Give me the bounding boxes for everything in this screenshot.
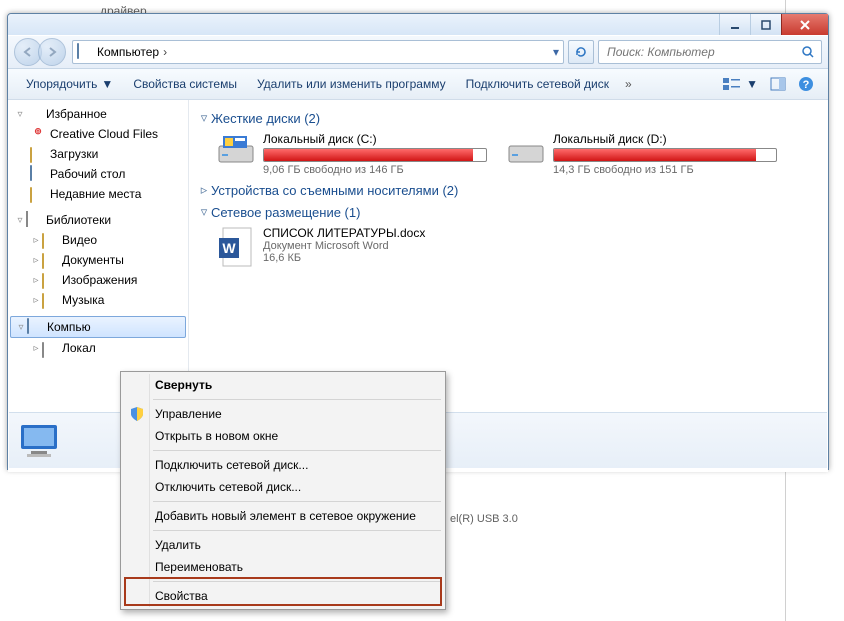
titlebar	[8, 14, 828, 35]
ctx-delete[interactable]: Удалить	[123, 534, 443, 556]
arrow-left-icon	[22, 46, 34, 58]
forward-button[interactable]	[38, 38, 66, 66]
breadcrumb-dropdown[interactable]: ▾	[553, 45, 559, 59]
music-icon	[42, 293, 44, 309]
tree-music[interactable]: ▹Музыка	[8, 290, 188, 310]
view-options-button[interactable]: ▼	[716, 69, 764, 99]
help-icon: ?	[798, 76, 814, 92]
drive-item[interactable]: Локальный диск (D:) 14,3 ГБ свободно из …	[507, 132, 777, 176]
toolbar: Упорядочить▼ Свойства системы Удалить ил…	[8, 69, 828, 100]
ctx-add-network-location[interactable]: Добавить новый элемент в сетевое окружен…	[123, 505, 443, 527]
tree-computer[interactable]: ▿Компью	[10, 316, 186, 338]
breadcrumb-separator: ›	[159, 45, 171, 59]
breadcrumb-item[interactable]: Компьютер	[97, 45, 159, 59]
preview-pane-button[interactable]	[764, 69, 792, 99]
minimize-icon	[729, 19, 741, 31]
creative-cloud-icon: ⊚	[30, 126, 46, 142]
close-icon	[798, 19, 812, 31]
recent-icon	[30, 187, 32, 203]
desktop-icon	[30, 165, 32, 181]
tree-video[interactable]: ▹Видео	[8, 230, 188, 250]
file-item[interactable]: W СПИСОК ЛИТЕРАТУРЫ.docx Документ Micros…	[217, 226, 820, 268]
view-icon	[722, 76, 742, 92]
ctx-separator	[153, 450, 441, 451]
ctx-separator	[153, 581, 441, 582]
category-hard-drives[interactable]: ▿Жесткие диски (2)	[197, 110, 820, 126]
ctx-open-new-window[interactable]: Открыть в новом окне	[123, 425, 443, 447]
drive-item[interactable]: Локальный диск (C:) 9,06 ГБ свободно из …	[217, 132, 487, 176]
address-bar: Компьютер › ▾	[8, 35, 828, 69]
search-input[interactable]	[605, 44, 801, 60]
drive-usage-bar	[263, 148, 487, 162]
system-properties-button[interactable]: Свойства системы	[123, 69, 247, 99]
tree-recent[interactable]: Недавние места	[8, 184, 188, 204]
ctx-properties[interactable]: Свойства	[123, 585, 443, 607]
tree-desktop[interactable]: Рабочий стол	[8, 164, 188, 184]
documents-icon	[42, 253, 44, 269]
drive-free-text: 14,3 ГБ свободно из 151 ГБ	[553, 164, 777, 176]
maximize-icon	[760, 19, 772, 31]
libraries-icon	[26, 211, 28, 227]
word-document-icon: W	[217, 226, 255, 268]
computer-icon	[27, 318, 29, 334]
tree-images[interactable]: ▹Изображения	[8, 270, 188, 290]
video-icon	[42, 233, 44, 249]
category-removable[interactable]: ▹Устройства со съемными носителями (2)	[197, 182, 820, 198]
hard-drive-icon	[507, 132, 545, 166]
ctx-separator	[153, 501, 441, 502]
tree-creative-cloud[interactable]: ⊚Creative Cloud Files	[8, 124, 188, 144]
category-network[interactable]: ▿Сетевое размещение (1)	[197, 204, 820, 220]
ctx-rename[interactable]: Переименовать	[123, 556, 443, 578]
ctx-collapse[interactable]: Свернуть	[123, 374, 443, 396]
computer-icon	[77, 44, 93, 60]
shield-icon	[129, 406, 145, 422]
computer-large-icon	[17, 421, 65, 461]
drive-name: Локальный диск (D:)	[553, 132, 777, 146]
context-menu: Свернуть Управление Открыть в новом окне…	[120, 371, 446, 610]
folder-icon	[30, 147, 32, 163]
minimize-button[interactable]	[719, 14, 750, 35]
ctx-manage[interactable]: Управление	[123, 403, 443, 425]
ctx-disconnect-drive[interactable]: Отключить сетевой диск...	[123, 476, 443, 498]
toolbar-overflow-button[interactable]: »	[619, 69, 638, 99]
background-snippet: el(R) USB 3.0	[450, 513, 518, 525]
file-name: СПИСОК ЛИТЕРАТУРЫ.docx	[263, 226, 425, 240]
ctx-map-drive[interactable]: Подключить сетевой диск...	[123, 454, 443, 476]
breadcrumb[interactable]: Компьютер › ▾	[72, 40, 564, 64]
svg-text:?: ?	[803, 79, 810, 91]
tree-local-disk[interactable]: ▹Локал	[8, 338, 188, 358]
organize-button[interactable]: Упорядочить▼	[16, 69, 123, 99]
file-size: 16,6 КБ	[263, 252, 425, 264]
preview-pane-icon	[770, 76, 786, 92]
ctx-separator	[153, 399, 441, 400]
search-icon	[801, 45, 815, 59]
tree-downloads[interactable]: Загрузки	[8, 144, 188, 164]
drive-free-text: 9,06 ГБ свободно из 146 ГБ	[263, 164, 487, 176]
hard-drive-icon	[217, 132, 255, 166]
tree-libraries[interactable]: ▿Библиотеки	[8, 210, 188, 230]
map-network-drive-button[interactable]: Подключить сетевой диск	[456, 69, 619, 99]
refresh-button[interactable]	[568, 40, 594, 64]
drive-usage-bar	[553, 148, 777, 162]
close-button[interactable]	[781, 14, 828, 35]
drive-icon	[42, 342, 44, 358]
images-icon	[42, 273, 44, 289]
arrow-right-icon	[46, 46, 58, 58]
search-box[interactable]	[598, 40, 822, 64]
ctx-separator	[153, 530, 441, 531]
tree-documents[interactable]: ▹Документы	[8, 250, 188, 270]
help-button[interactable]: ?	[792, 69, 820, 99]
svg-text:W: W	[222, 240, 236, 256]
maximize-button[interactable]	[750, 14, 781, 35]
uninstall-program-button[interactable]: Удалить или изменить программу	[247, 69, 456, 99]
drive-name: Локальный диск (C:)	[263, 132, 487, 146]
file-type: Документ Microsoft Word	[263, 240, 425, 252]
tree-favorites[interactable]: ▿Избранное	[8, 104, 188, 124]
refresh-icon	[574, 45, 588, 59]
